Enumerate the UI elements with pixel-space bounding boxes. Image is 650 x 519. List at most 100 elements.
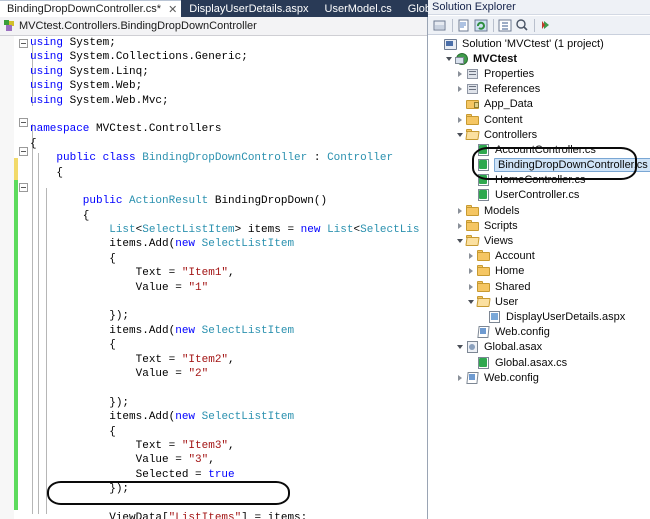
tab-display-user-details[interactable]: DisplayUserDetails.aspx xyxy=(181,0,316,17)
tree-item-content[interactable]: Content xyxy=(428,112,650,127)
solution-explorer-tree[interactable]: Solution 'MVCtest' (1 project) MVCtest Pro… xyxy=(428,36,650,519)
code-line: { xyxy=(30,166,427,180)
chevron-down-icon[interactable] xyxy=(454,340,465,355)
code-line: { xyxy=(30,425,427,439)
code-line: List<SelectListItem> items = new List<Se… xyxy=(30,223,427,237)
expander-placeholder xyxy=(465,325,476,340)
code-token: List xyxy=(327,224,354,237)
code-token: SelectListItem xyxy=(201,411,295,424)
code-token: , xyxy=(228,353,235,366)
fold-toggle-class[interactable] xyxy=(19,147,28,156)
view-designer-icon[interactable] xyxy=(538,18,554,33)
tree-item-mvctest[interactable]: MVCtest xyxy=(428,51,650,66)
properties-window-icon[interactable] xyxy=(432,18,448,33)
tree-item-app-data[interactable]: App_Data xyxy=(428,97,650,112)
folder-icon xyxy=(465,219,481,233)
chevron-down-icon[interactable] xyxy=(465,294,476,309)
tree-item-global-asax-cs[interactable]: Global.asax.cs xyxy=(428,355,650,370)
tree-item-home[interactable]: Home xyxy=(428,264,650,279)
refresh-icon[interactable] xyxy=(473,18,489,33)
tree-item-accountcontroller-cs[interactable]: AccountController.cs xyxy=(428,142,650,157)
chevron-right-icon[interactable] xyxy=(454,203,465,218)
tree-item-label: User xyxy=(495,295,519,308)
expander-placeholder xyxy=(465,173,476,188)
tree-item-label: BindingDropDownController.cs xyxy=(494,158,650,173)
tab-user-model[interactable]: UserModel.cs xyxy=(317,0,400,17)
tree-item-homecontroller-cs[interactable]: HomeController.cs xyxy=(428,173,650,188)
code-line: public class BindingDropDownController :… xyxy=(30,151,427,165)
saved-change-indicator xyxy=(14,180,18,510)
code-line: using System.Web.Mvc; xyxy=(30,94,427,108)
breadcrumb[interactable]: MVCtest.Controllers.BindingDropDownContr… xyxy=(19,20,257,32)
code-token: > items = xyxy=(234,224,301,237)
code-text[interactable]: using System; using System.Collections.Ge… xyxy=(30,36,427,519)
chevron-down-icon[interactable] xyxy=(443,51,454,66)
tree-item-bindingdropdowncontroller-cs[interactable]: BindingDropDownController.cs xyxy=(428,158,650,173)
code-line: using System; xyxy=(30,36,427,50)
tab-binding-drop-down-controller[interactable]: BindingDropDownController.cs* ✕ xyxy=(0,0,182,17)
code-line: items.Add(new SelectListItem xyxy=(30,410,427,424)
collapse-all-icon[interactable] xyxy=(497,18,513,33)
tree-item-user[interactable]: User xyxy=(428,294,650,309)
tree-item-properties[interactable]: Properties xyxy=(428,66,650,81)
tree-item-account[interactable]: Account xyxy=(428,249,650,264)
code-token: public xyxy=(30,195,130,208)
tree-item-label: Global.asax.cs xyxy=(495,356,568,369)
close-icon[interactable]: ✕ xyxy=(168,3,177,16)
code-token: }); xyxy=(30,396,130,409)
code-line: using System.Linq; xyxy=(30,65,427,79)
code-token: ViewData[ xyxy=(30,511,169,519)
code-line: public ActionResult BindingDropDown() xyxy=(30,194,427,208)
chevron-right-icon[interactable] xyxy=(465,249,476,264)
tree-item-label: Web.config xyxy=(495,326,550,339)
chevron-right-icon[interactable] xyxy=(465,279,476,294)
code-editor-surface[interactable]: using System; using System.Collections.Ge… xyxy=(0,36,427,519)
tree-item-label: Content xyxy=(484,113,523,126)
fold-toggle-usings[interactable] xyxy=(19,39,28,48)
chevron-right-icon[interactable] xyxy=(454,370,465,385)
tree-item-global-asax[interactable]: Global.asax xyxy=(428,340,650,355)
visual-studio-window: BindingDropDownController.cs* ✕ DisplayU… xyxy=(0,0,650,519)
tree-item-web-config[interactable]: Web.config xyxy=(428,325,650,340)
chevron-right-icon[interactable] xyxy=(454,66,465,81)
chevron-right-icon[interactable] xyxy=(454,112,465,127)
fold-toggle-method[interactable] xyxy=(19,183,28,192)
chevron-down-icon[interactable] xyxy=(454,127,465,142)
chevron-right-icon[interactable] xyxy=(454,218,465,233)
csharp-file-icon xyxy=(476,188,492,202)
tree-item-views[interactable]: Views xyxy=(428,233,650,248)
tree-item-solution-mvctest-1-project[interactable]: Solution 'MVCtest' (1 project) xyxy=(428,36,650,51)
tree-item-label: Controllers xyxy=(484,128,538,141)
tree-item-web-config[interactable]: Web.config xyxy=(428,370,650,385)
tree-item-label: DisplayUserDetails.aspx xyxy=(506,310,626,323)
chevron-right-icon[interactable] xyxy=(454,82,465,97)
solution-icon xyxy=(443,37,459,51)
code-line: Text = "Item3", xyxy=(30,439,427,453)
chevron-right-icon[interactable] xyxy=(465,264,476,279)
code-token: using xyxy=(30,65,70,78)
chevron-down-icon[interactable] xyxy=(454,234,465,249)
tree-item-shared[interactable]: Shared xyxy=(428,279,650,294)
glyph-margin xyxy=(0,36,14,519)
tab-label: UserModel.cs xyxy=(324,2,392,15)
solution-explorer-toolbar xyxy=(428,16,650,35)
show-all-files-icon[interactable] xyxy=(456,18,472,33)
tree-item-scripts[interactable]: Scripts xyxy=(428,218,650,233)
tree-item-label: HomeController.cs xyxy=(495,174,586,187)
tree-item-references[interactable]: References xyxy=(428,82,650,97)
editor-vertical-scrollbar[interactable] xyxy=(419,36,427,519)
tab-label: DisplayUserDetails.aspx xyxy=(189,2,309,15)
tree-item-displayuserdetails-aspx[interactable]: DisplayUserDetails.aspx xyxy=(428,309,650,324)
code-token: System.Linq; xyxy=(69,65,149,78)
view-code-icon[interactable] xyxy=(514,18,530,33)
tree-item-usercontroller-cs[interactable]: UserController.cs xyxy=(428,188,650,203)
csharp-file-icon xyxy=(476,356,492,370)
fold-toggle-namespace[interactable] xyxy=(19,118,28,127)
code-token: Text = xyxy=(30,439,182,452)
tree-item-label: Properties xyxy=(484,67,535,80)
tree-item-controllers[interactable]: Controllers xyxy=(428,127,650,142)
code-token: ] = items; xyxy=(241,511,308,519)
tree-item-models[interactable]: Models xyxy=(428,203,650,218)
